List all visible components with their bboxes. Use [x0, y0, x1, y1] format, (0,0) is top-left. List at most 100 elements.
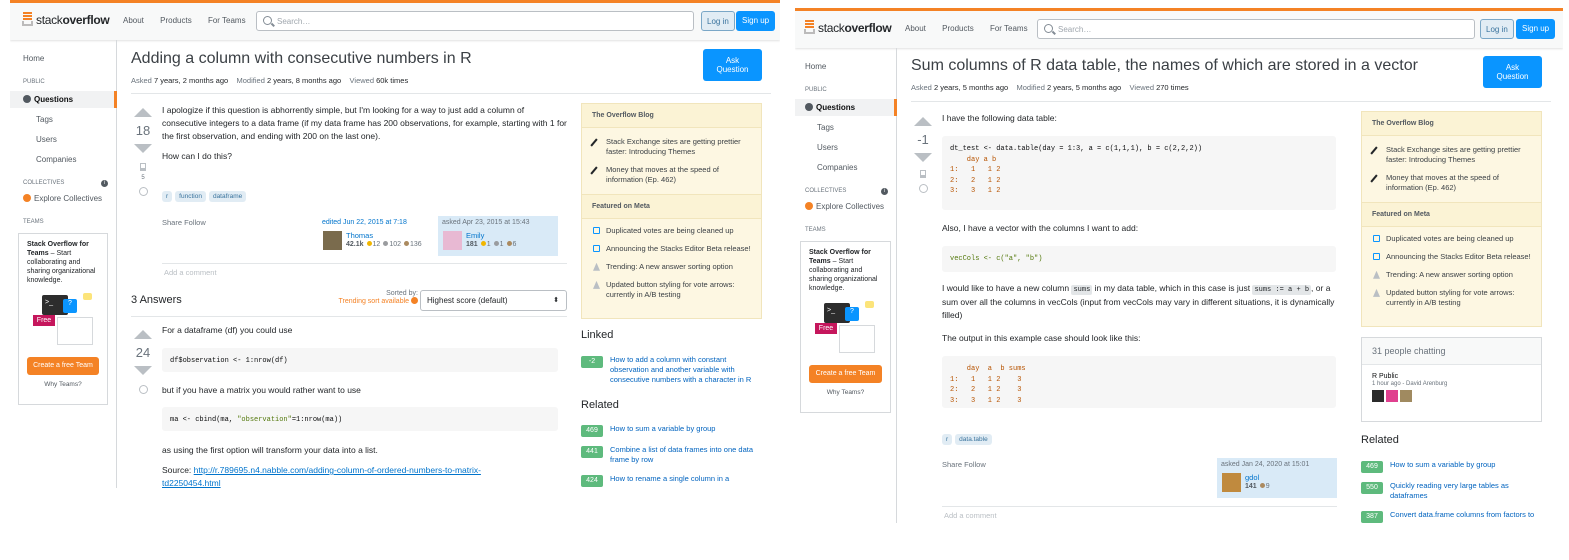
tag-function[interactable]: function — [175, 191, 206, 202]
nav-for-teams[interactable]: For Teams — [990, 24, 1028, 33]
tag-dataframe[interactable]: dataframe — [208, 191, 247, 202]
nav-about[interactable]: About — [123, 16, 144, 25]
bookmark-icon[interactable] — [140, 163, 146, 171]
question-tags: r data.table — [942, 428, 995, 446]
edited-timestamp[interactable]: edited Jun 22, 2015 at 7:18 — [322, 219, 407, 226]
nav-products[interactable]: Products — [942, 24, 974, 33]
tag-data-table[interactable]: data.table — [955, 434, 992, 445]
related-question[interactable]: 441 Combine a list of data frames into on… — [581, 445, 766, 465]
nav-products[interactable]: Products — [160, 16, 192, 25]
share-follow-links[interactable]: Share Follow — [942, 460, 986, 469]
related-question[interactable]: 469 How to sum a variable by group — [581, 424, 766, 437]
nav-section-collectives: COLLECTIVES — [805, 188, 847, 194]
nav-for-teams[interactable]: For Teams — [208, 16, 246, 25]
nav-about[interactable]: About — [905, 24, 926, 33]
chat-header[interactable]: 31 people chatting — [1362, 338, 1541, 365]
top-bar: stackoverflow About Products For Teams S… — [795, 8, 1563, 48]
nav-explore-collectives[interactable]: Explore Collectives — [23, 194, 102, 203]
nav-users[interactable]: Users — [817, 143, 838, 152]
editor-name[interactable]: Thomas — [346, 231, 373, 240]
history-icon[interactable] — [138, 385, 148, 394]
teams-illustration: >_ ? Free — [27, 293, 99, 353]
signup-button[interactable]: Sign up — [1516, 19, 1556, 39]
history-icon[interactable] — [138, 187, 148, 196]
answer-vote-cell: 24 — [128, 330, 158, 394]
pencil-icon — [590, 166, 598, 175]
history-icon[interactable] — [918, 184, 928, 193]
upvote-arrow-icon[interactable] — [134, 330, 152, 339]
why-teams-link[interactable]: Why Teams? — [809, 389, 882, 397]
site-logo[interactable]: stackoverflow — [22, 12, 110, 27]
add-comment-link[interactable]: Add a comment — [944, 511, 997, 520]
meta-item[interactable]: Announcing the Stacks Editor Beta releas… — [582, 240, 761, 258]
linked-question[interactable]: -2 How to add a column with constant obse… — [581, 355, 766, 385]
nav-home[interactable]: Home — [805, 62, 826, 71]
nav-questions[interactable]: Questions — [10, 91, 117, 108]
nav-tags[interactable]: Tags — [817, 123, 834, 132]
info-icon[interactable]: i — [881, 188, 888, 195]
asker-name[interactable]: Emily — [466, 231, 484, 240]
why-teams-link[interactable]: Why Teams? — [27, 381, 99, 389]
trending-sort-link[interactable]: Trending sort available — [310, 297, 418, 305]
search-input[interactable]: Search… — [1037, 19, 1475, 39]
share-follow-links[interactable]: Share Follow — [162, 218, 206, 227]
chat-room-name[interactable]: R Public — [1362, 365, 1541, 380]
blog-item[interactable]: Stack Exchange sites are getting prettie… — [1362, 141, 1541, 169]
tag-r[interactable]: r — [942, 434, 953, 445]
blog-item[interactable]: Stack Exchange sites are getting prettie… — [582, 133, 761, 161]
editor-avatar[interactable] — [323, 231, 342, 250]
downvote-arrow-icon[interactable] — [914, 153, 932, 162]
upvote-arrow-icon[interactable] — [914, 117, 932, 126]
search-icon — [1044, 24, 1053, 33]
tag-r[interactable]: r — [162, 191, 173, 202]
info-icon[interactable]: i — [101, 180, 108, 187]
chat-user-avatar[interactable] — [1399, 390, 1412, 402]
blog-item[interactable]: Money that moves at the speed of informa… — [582, 161, 761, 189]
nav-companies[interactable]: Companies — [36, 155, 76, 164]
nav-home[interactable]: Home — [23, 54, 44, 63]
nav-companies[interactable]: Companies — [817, 163, 857, 172]
login-button[interactable]: Log in — [1480, 19, 1514, 39]
chat-user-avatar[interactable] — [1372, 390, 1384, 402]
asker-avatar[interactable] — [1222, 473, 1241, 492]
nav-users[interactable]: Users — [36, 135, 57, 144]
question-title[interactable]: Sum columns of R data table, the names o… — [911, 57, 1418, 75]
create-team-button[interactable]: Create a free Team — [809, 365, 882, 383]
meta-item[interactable]: Trending: A new answer sorting option — [1362, 266, 1541, 284]
downvote-arrow-icon[interactable] — [134, 144, 152, 153]
sort-select[interactable]: Highest score (default) ⬍ — [420, 290, 567, 311]
add-comment-link[interactable]: Add a comment — [164, 268, 217, 277]
meta-item[interactable]: Duplicated votes are being cleaned up — [582, 222, 761, 240]
nav-questions[interactable]: Questions — [795, 99, 897, 116]
chat-user-avatar[interactable] — [1385, 390, 1398, 402]
meta-item[interactable]: Duplicated votes are being cleaned up — [1362, 230, 1541, 248]
downvote-arrow-icon[interactable] — [134, 366, 152, 375]
meta-item[interactable]: Updated button styling for vote arrows: … — [582, 276, 761, 304]
related-question[interactable]: 387 Convert data.frame columns from facto… — [1361, 510, 1546, 523]
meta-item[interactable]: Updated button styling for vote arrows: … — [1362, 284, 1541, 312]
ask-question-button[interactable]: Ask Question — [703, 49, 762, 81]
search-input[interactable]: Search… — [256, 11, 694, 31]
nav-explore-collectives[interactable]: Explore Collectives — [805, 202, 884, 211]
asker-name[interactable]: gdol — [1245, 473, 1259, 482]
nav-tags[interactable]: Tags — [36, 115, 53, 124]
question-title[interactable]: Adding a column with consecutive numbers… — [131, 50, 472, 68]
source-link[interactable]: http://r.789695.n4.nabble.com/adding-col… — [162, 465, 481, 488]
upvote-arrow-icon[interactable] — [134, 108, 152, 117]
login-button[interactable]: Log in — [701, 11, 735, 31]
meta-post-icon — [1373, 234, 1380, 242]
create-team-button[interactable]: Create a free Team — [27, 357, 99, 375]
related-question[interactable]: 424 How to rename a single column in a — [581, 474, 766, 487]
meta-item[interactable]: Announcing the Stacks Editor Beta releas… — [1362, 248, 1541, 266]
bookmark-icon[interactable] — [920, 170, 926, 178]
related-question[interactable]: 469 How to sum a variable by group — [1361, 460, 1546, 473]
question-meta: Asked 2 years, 5 months ago Modified 2 y… — [911, 83, 1189, 92]
blog-item[interactable]: Money that moves at the speed of informa… — [1362, 169, 1541, 197]
signup-button[interactable]: Sign up — [736, 11, 776, 31]
asker-avatar[interactable] — [443, 231, 462, 250]
meta-item[interactable]: Trending: A new answer sorting option — [582, 258, 761, 276]
related-question[interactable]: 550 Quickly reading very large tables as … — [1361, 481, 1546, 501]
site-logo[interactable]: stackoverflow — [804, 20, 892, 35]
ask-question-button[interactable]: Ask Question — [1483, 56, 1542, 88]
nav-section-teams: TEAMS — [23, 219, 44, 225]
